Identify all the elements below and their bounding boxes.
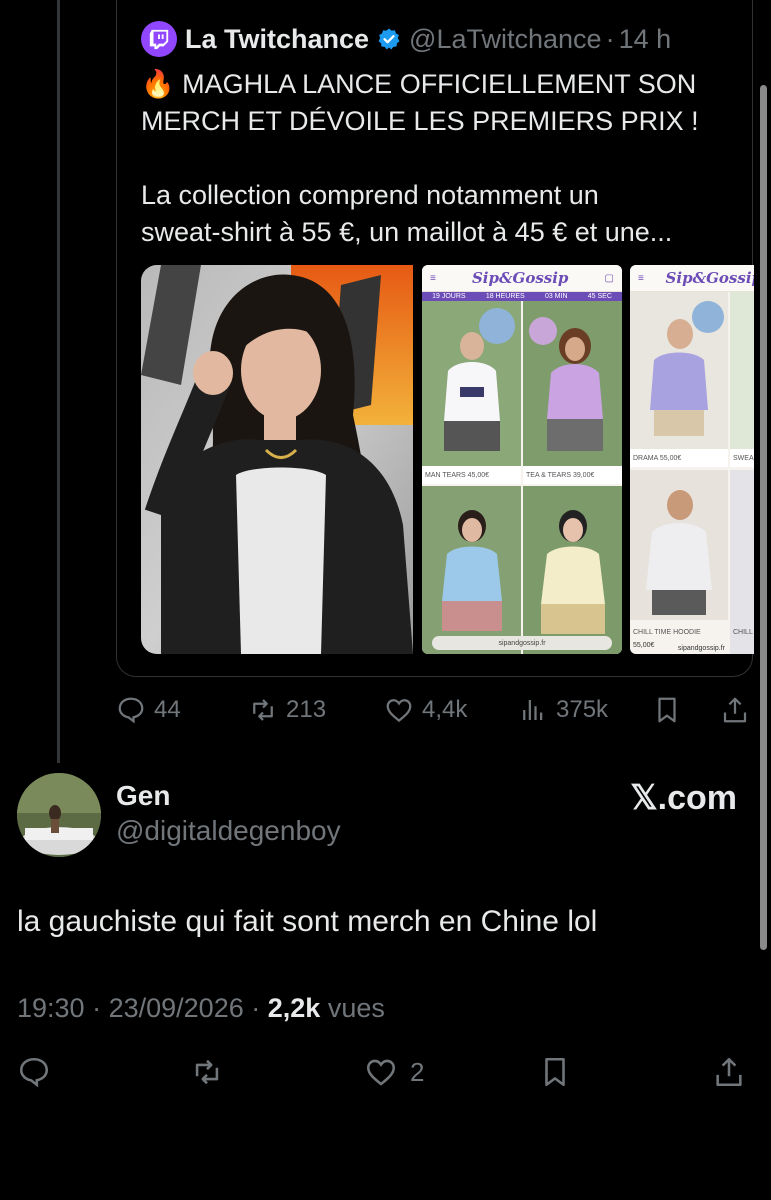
shop-header: ≡ Sip&Gossip bbox=[630, 265, 754, 292]
countdown-minutes: 03 MIN bbox=[544, 293, 568, 300]
separator-dot: · bbox=[605, 23, 615, 54]
reply-time[interactable]: 19:30 bbox=[17, 993, 85, 1023]
quoted-time[interactable]: 14 h bbox=[619, 24, 672, 55]
product-caption: MAN TEARS 45,00€ bbox=[422, 466, 521, 484]
views-count: 375k bbox=[556, 696, 609, 723]
reply-meta: 19:30 · 23/09/2026 · 2,2k vues bbox=[17, 993, 385, 1023]
product-tile: MAN TEARS 45,00€ bbox=[422, 301, 521, 484]
product-tile: CHILL bbox=[730, 470, 754, 654]
product-tile: DRAMA 55,00€ bbox=[630, 292, 728, 467]
reply-author-name[interactable]: Gen bbox=[116, 780, 170, 812]
repost-button[interactable] bbox=[190, 1050, 236, 1094]
quoted-text-line: MERCH ET DÉVOILE LES PREMIERS PRIX ! bbox=[141, 106, 699, 136]
bookmark-icon bbox=[545, 1057, 565, 1087]
repost-count: 213 bbox=[286, 696, 327, 723]
product-price: 55,00€ bbox=[633, 642, 655, 649]
product-caption: SWEA bbox=[730, 449, 754, 467]
countdown-seconds: 45 SEC bbox=[587, 293, 612, 300]
views-icon bbox=[523, 700, 543, 720]
like-button[interactable]: 2 bbox=[364, 1050, 424, 1094]
heart-icon bbox=[386, 699, 412, 723]
reply-views-label: vues bbox=[327, 993, 385, 1023]
reply-date[interactable]: 23/09/2026 bbox=[109, 993, 244, 1023]
product-tile bbox=[523, 486, 622, 654]
quoted-author-name[interactable]: La Twitchance bbox=[185, 24, 369, 55]
quoted-text-line: sweat-shirt à 55 €, un maillot à 45 € et… bbox=[141, 217, 673, 247]
views-button[interactable]: 375k bbox=[518, 690, 608, 730]
product-tile: TEA & TEARS 39,00€ bbox=[523, 301, 622, 484]
share-icon bbox=[716, 1057, 742, 1087]
shop-header: ≡ Sip&Gossip ▢ bbox=[422, 265, 622, 292]
shop-screenshot-1[interactable]: ≡ Sip&Gossip ▢ 19 JOURS 18 HEURES 03 MIN… bbox=[422, 265, 622, 654]
product-tile: CHILL TIME HOODIE 55,00€ sipandgossip.fr bbox=[630, 470, 728, 654]
reply-action-bar: 2 bbox=[0, 1050, 771, 1094]
quoted-tweet-text: 🔥 MAGHLA LANCE OFFICIELLEMENT SON MERCH … bbox=[141, 66, 741, 251]
like-count: 2 bbox=[410, 1056, 425, 1087]
reply-handle[interactable]: @digitaldegenboy bbox=[116, 815, 341, 847]
reply-icon bbox=[19, 1057, 49, 1088]
product-caption: CHILL TIME HOODIE bbox=[633, 629, 701, 636]
repost-button[interactable]: 213 bbox=[248, 690, 326, 730]
like-button[interactable]: 4,4k bbox=[384, 690, 467, 730]
quoted-tweet-header: La Twitchance @LaTwitchance · 14 h bbox=[141, 21, 672, 57]
reply-icon bbox=[118, 697, 144, 724]
reply-count: 44 bbox=[154, 696, 181, 723]
quoted-text-line: La collection comprend notamment un bbox=[141, 180, 599, 210]
repost-icon bbox=[195, 1059, 219, 1085]
shop-logo: Sip&Gossip bbox=[665, 269, 754, 287]
reply-views-count: 2,2k bbox=[267, 993, 321, 1023]
shop-logo: Sip&Gossip bbox=[471, 269, 569, 287]
browser-url: sipandgossip.fr bbox=[498, 639, 546, 647]
countdown-days: 19 JOURS bbox=[432, 293, 466, 300]
heart-icon bbox=[366, 1059, 396, 1086]
bookmark-icon bbox=[658, 697, 676, 723]
reply-text: la gauchiste qui fait sont merch en Chin… bbox=[17, 905, 598, 938]
product-caption: CHILL bbox=[733, 629, 753, 636]
product-caption: DRAMA 55,00€ bbox=[630, 449, 728, 467]
countdown-hours: 18 HEURES bbox=[485, 293, 525, 300]
bag-icon: ▢ bbox=[604, 272, 614, 284]
quoted-action-bar: 44 213 4,4k 375k bbox=[116, 690, 756, 730]
twitch-avatar[interactable] bbox=[141, 21, 177, 57]
countdown: 19 JOURS 18 HEURES 03 MIN 45 SEC bbox=[422, 292, 622, 301]
bookmark-button[interactable] bbox=[538, 1050, 584, 1094]
media-gallery: ≡ Sip&Gossip ▢ 19 JOURS 18 HEURES 03 MIN… bbox=[141, 265, 754, 654]
share-button[interactable] bbox=[720, 690, 758, 730]
product-tile: SWEA bbox=[730, 292, 754, 467]
photo-maghla[interactable] bbox=[141, 265, 413, 654]
quoted-text-line: 🔥 MAGHLA LANCE OFFICIELLEMENT SON bbox=[141, 69, 697, 99]
share-icon bbox=[723, 697, 747, 723]
avatar[interactable] bbox=[17, 773, 101, 857]
repost-icon bbox=[253, 699, 273, 721]
reply-button[interactable] bbox=[17, 1050, 63, 1094]
quoted-handle[interactable]: @LaTwitchance bbox=[409, 24, 602, 55]
shop-url: sipandgossip.fr bbox=[677, 645, 725, 652]
browser-url-bar: sipandgossip.fr bbox=[432, 636, 612, 650]
scrollbar[interactable] bbox=[760, 85, 767, 950]
bookmark-button[interactable] bbox=[652, 690, 690, 730]
shop-screenshot-2[interactable]: ≡ Sip&Gossip DRAMA 55,00€ SWEA CHILL TIM… bbox=[630, 265, 754, 654]
product-caption: TEA & TEARS 39,00€ bbox=[523, 466, 622, 484]
share-button[interactable] bbox=[712, 1050, 758, 1094]
twitch-icon bbox=[149, 29, 169, 50]
thread-line bbox=[57, 0, 60, 763]
hamburger-icon: ≡ bbox=[638, 272, 644, 284]
hamburger-icon: ≡ bbox=[430, 272, 436, 284]
verified-badge-icon bbox=[378, 28, 400, 50]
x-com-logo: 𝕏.com bbox=[630, 779, 737, 817]
reply-button[interactable]: 44 bbox=[116, 690, 181, 730]
product-tile bbox=[422, 486, 521, 654]
like-count: 4,4k bbox=[422, 696, 468, 723]
